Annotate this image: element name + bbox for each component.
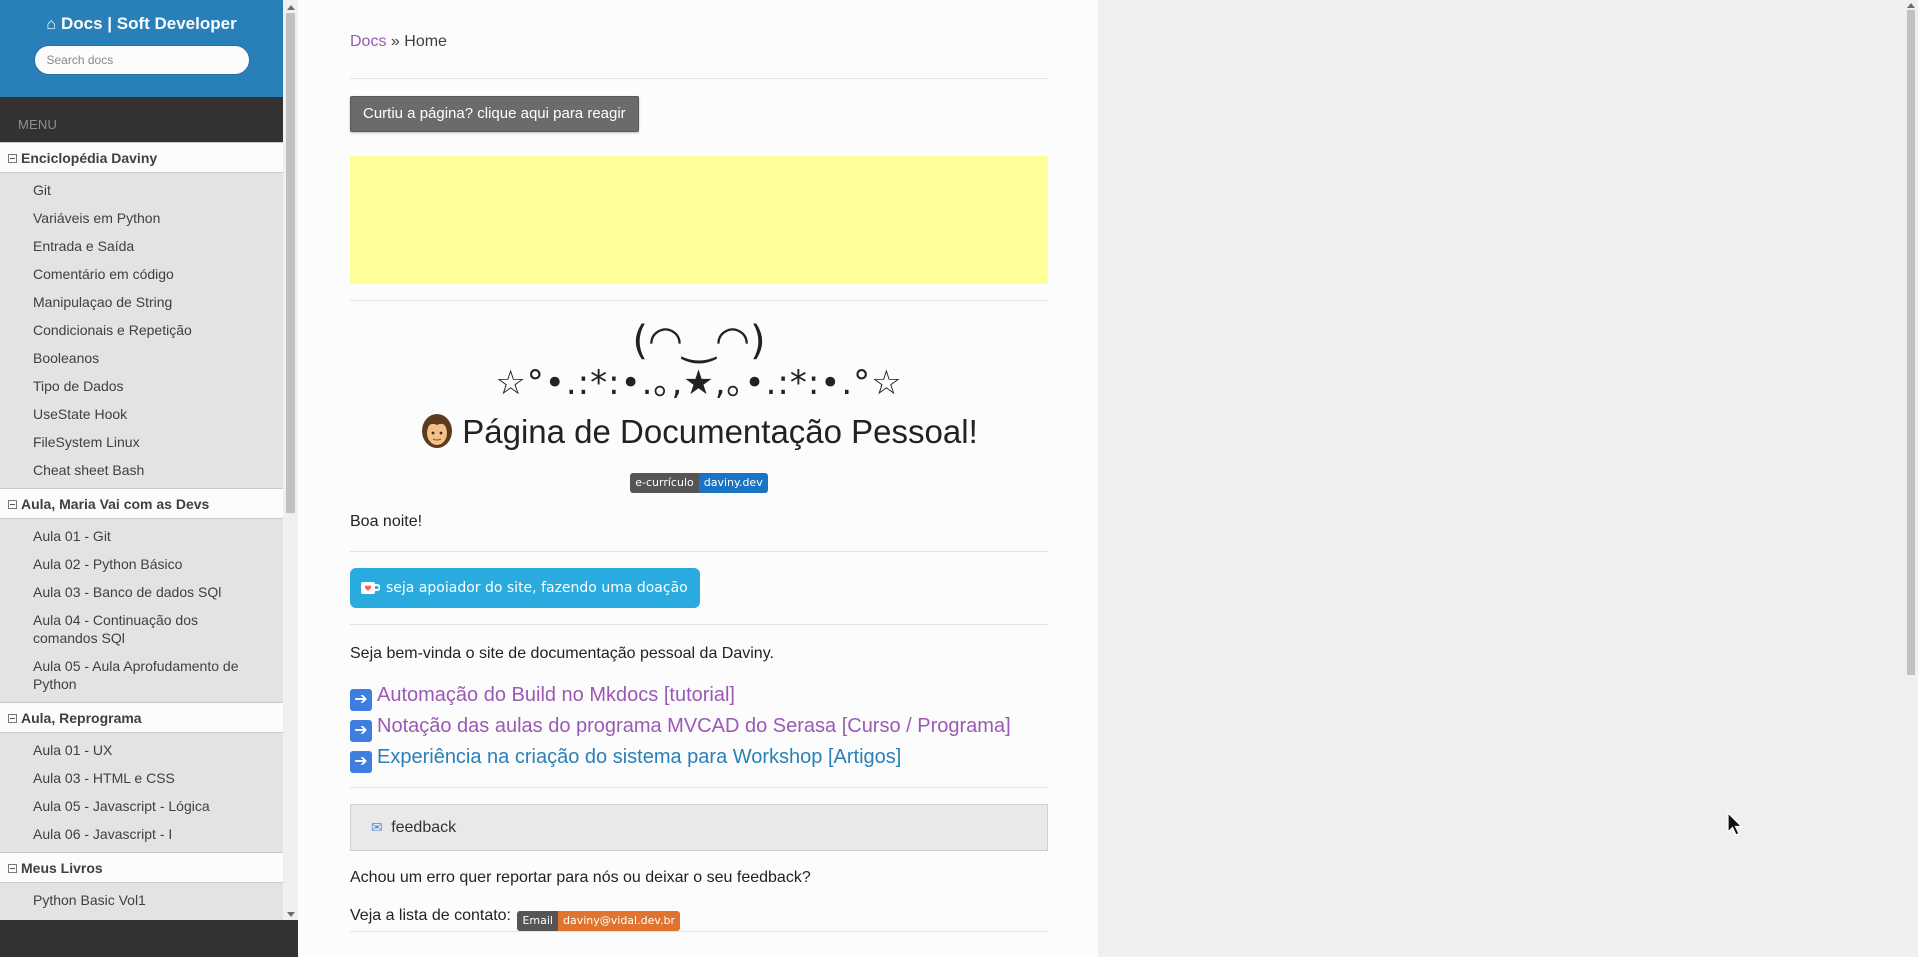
nav-item-aula-02-python[interactable]: Aula 02 - Python Básico [0, 550, 283, 578]
link-mkdocs-build[interactable]: Automação do Build no Mkdocs [tutorial] [377, 684, 735, 706]
scroll-up-icon[interactable] [287, 5, 295, 10]
nav-item-aula-03-sql[interactable]: Aula 03 - Banco de dados SQl [0, 578, 283, 606]
right-arrow-icon: ➔ [350, 751, 372, 774]
divider [350, 78, 1048, 79]
nav-item-aula-06-js[interactable]: Aula 06 - Javascript - I [0, 820, 283, 848]
nav-section-livros[interactable]: Meus Livros [0, 852, 283, 883]
nav-item-comentario[interactable]: Comentário em código [0, 260, 283, 288]
page-background [1098, 0, 1904, 957]
link-row: ➔ Experiência na criação do sistema para … [350, 742, 1048, 774]
curriculo-badge[interactable]: e-currículo daviny.dev [630, 473, 768, 494]
right-arrow-icon: ➔ [350, 689, 372, 712]
react-button[interactable]: Curtiu a página? clique aqui para reagir [350, 96, 639, 132]
nav-item-variaveis[interactable]: Variáveis em Python [0, 204, 283, 232]
brand-link[interactable]: ⌂ Docs | Soft Developer [0, 14, 283, 34]
sidebar-scroll-thumb[interactable] [286, 13, 295, 513]
nav-item-tipo-dados[interactable]: Tipo de Dados [0, 372, 283, 400]
nav-item-condicionais[interactable]: Condicionais e Repetição [0, 316, 283, 344]
woman-emoji-icon [422, 414, 453, 448]
right-arrow-icon: ➔ [350, 720, 372, 743]
divider [350, 787, 1048, 789]
nav-item-aula-05-js-logica[interactable]: Aula 05 - Javascript - Lógica [0, 792, 283, 820]
mouse-cursor-icon [1727, 812, 1743, 836]
nav-section-title: Aula, Maria Vai com as Devs [21, 496, 210, 512]
nav-item-aula-01-git[interactable]: Aula 01 - Git [0, 522, 283, 550]
nav-section-title: Aula, Reprograma [21, 710, 142, 726]
collapse-icon[interactable] [8, 713, 17, 723]
menu-caption: MENU [18, 117, 58, 132]
mail-icon: ✉ [371, 819, 383, 836]
badge-value: daviny.dev [698, 473, 768, 494]
sidebar-scrollbar[interactable] [283, 0, 298, 920]
email-badge[interactable]: Email daviny@vidal.dev.br [517, 911, 681, 932]
collapse-icon[interactable] [8, 153, 17, 163]
home-icon: ⌂ [46, 16, 56, 33]
kaomoji-face: (◠‿◠) [632, 318, 766, 364]
collapse-icon[interactable] [8, 863, 17, 873]
nav-section-reprograma[interactable]: Aula, Reprograma [0, 702, 283, 733]
nav-menu: Enciclopédia Daviny Git Variáveis em Pyt… [0, 142, 283, 920]
breadcrumb: Docs » Home [350, 33, 1048, 51]
kofi-cup-icon [361, 582, 380, 595]
badge-label: e-currículo [630, 473, 699, 494]
divider [350, 551, 1048, 553]
collapse-icon[interactable] [8, 499, 17, 509]
link-mvcad-serasa[interactable]: Notação das aulas do programa MVCAD do S… [377, 715, 1011, 737]
nav-item-entrada-saida[interactable]: Entrada e Saída [0, 232, 283, 260]
divider [350, 624, 1048, 626]
page-title-text: Página de Documentação Pessoal! [462, 413, 978, 450]
page-title: Página de Documentação Pessoal! [350, 413, 1048, 451]
breadcrumb-docs-link[interactable]: Docs [350, 33, 386, 50]
brand-text: Docs | Soft Developer [60, 14, 237, 33]
feedback-box[interactable]: ✉ feedback [350, 804, 1048, 852]
scroll-up-icon[interactable] [1907, 3, 1915, 8]
page-scrollbar[interactable] [1904, 0, 1918, 957]
donate-label: seja apoiador do site, fazendo uma doaçã… [386, 580, 688, 597]
contact-text: Veja a lista de contato: [350, 907, 511, 925]
featured-links: ➔ Automação do Build no Mkdocs [tutorial]… [350, 680, 1048, 774]
nav-section-title: Meus Livros [21, 860, 103, 876]
nav-item-git[interactable]: Git [0, 176, 283, 204]
feedback-title: feedback [391, 819, 457, 837]
divider [350, 931, 1048, 933]
nav-section-maria-devs[interactable]: Aula, Maria Vai com as Devs [0, 488, 283, 519]
sidebar-header: ⌂ Docs | Soft Developer [0, 0, 283, 97]
greeting: Boa noite! [350, 513, 423, 531]
nav-item-aula-05-python[interactable]: Aula 05 - Aula Aprofudamento de Python [0, 652, 283, 698]
nav-item-filesystem[interactable]: FileSystem Linux [0, 428, 283, 456]
link-workshop[interactable]: Experiência na criação do sistema para W… [377, 746, 901, 768]
donate-button[interactable]: seja apoiador do site, fazendo uma doaçã… [350, 568, 700, 609]
nav-item-aula-03-html-css[interactable]: Aula 03 - HTML e CSS [0, 764, 283, 792]
nav-item-cheatsheet[interactable]: Cheat sheet Bash [0, 456, 283, 484]
breadcrumb-separator: » [390, 33, 400, 50]
kaomoji-stars: ☆°•.:*:•.｡,★,｡•.:*:•.°☆ [495, 363, 903, 403]
nav-item-python-basic-vol1[interactable]: Python Basic Vol1 [0, 886, 283, 914]
contact-line: Veja a lista de contato: Email daviny@vid… [350, 907, 1048, 932]
page-scroll-thumb[interactable] [1907, 10, 1915, 675]
badge-label: Email [517, 911, 558, 932]
welcome-text: Seja bem-vinda o site de documentação pe… [350, 645, 774, 663]
link-row: ➔ Automação do Build no Mkdocs [tutorial] [350, 680, 1048, 712]
main-content: Docs » Home Curtiu a página? clique aqui… [350, 0, 1048, 933]
search-input[interactable] [33, 45, 250, 75]
nav-item-aula-04-sql[interactable]: Aula 04 - Continuação dos comandos SQl [0, 606, 283, 652]
kaomoji: (◠‿◠) ☆°•.:*:•.｡,★,｡•.:*:•.°☆ [350, 319, 1048, 403]
divider [350, 300, 1048, 301]
badge-value: daviny@vidal.dev.br [557, 911, 681, 932]
report-text: Achou um erro quer reportar para nós ou … [350, 869, 811, 887]
breadcrumb-current: Home [404, 33, 447, 50]
nav-section-title: Enciclopédia Daviny [21, 150, 158, 166]
nav-section-enciclopedia[interactable]: Enciclopédia Daviny [0, 142, 283, 173]
sidebar: ⌂Docs | Soft Developer MENU Enciclopédia… [0, 0, 298, 957]
scroll-down-icon[interactable] [287, 912, 295, 917]
nav-item-usestate[interactable]: UseState Hook [0, 400, 283, 428]
nav-item-string[interactable]: Manipulaçao de String [0, 288, 283, 316]
nav-item-booleanos[interactable]: Booleanos [0, 344, 283, 372]
content-area: Docs » Home Curtiu a página? clique aqui… [298, 0, 1098, 957]
ad-banner [350, 156, 1048, 284]
nav-item-aula-01-ux[interactable]: Aula 01 - UX [0, 736, 283, 764]
link-row: ➔ Notação das aulas do programa MVCAD do … [350, 711, 1048, 743]
curriculo-badge-row: e-currículo daviny.dev [350, 473, 1048, 494]
